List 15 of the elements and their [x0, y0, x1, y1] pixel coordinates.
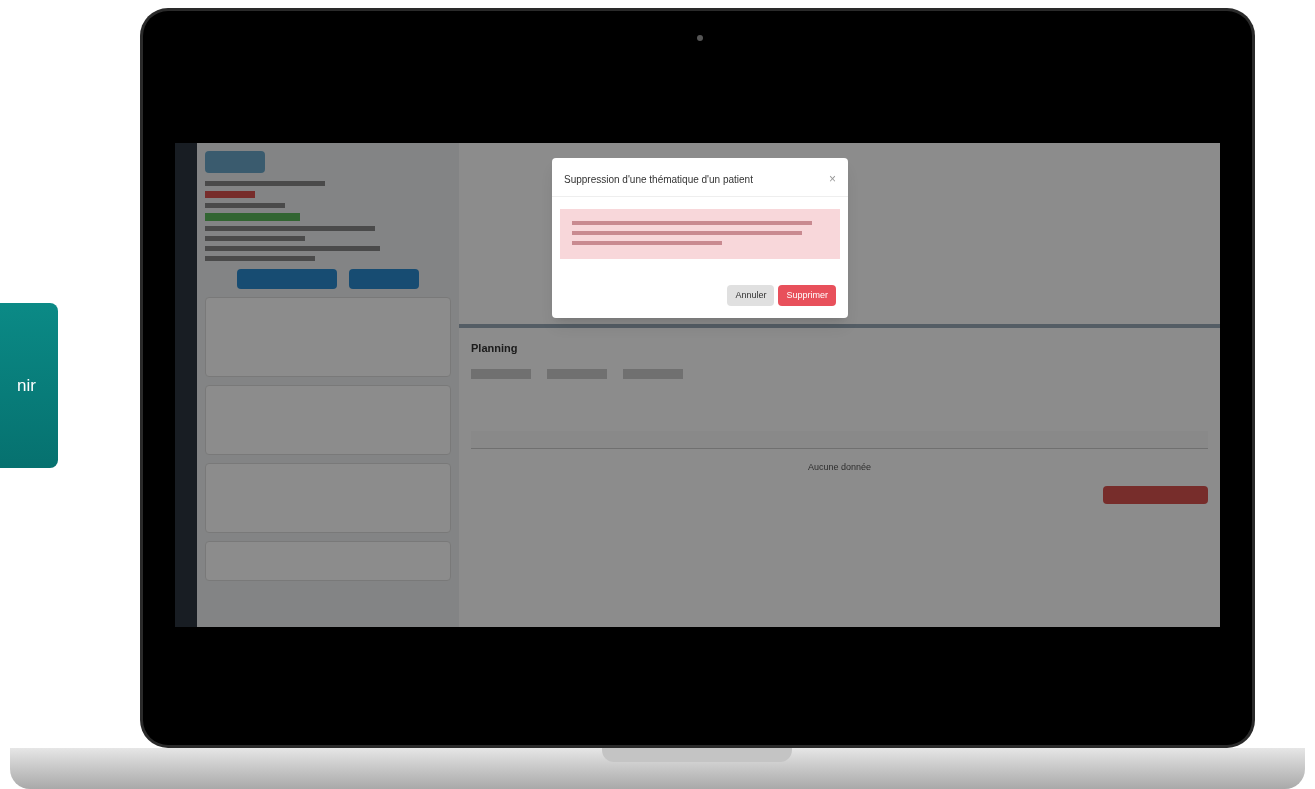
- close-button[interactable]: ×: [829, 170, 836, 188]
- tag: [205, 191, 255, 198]
- camera-icon: [697, 35, 703, 41]
- tab[interactable]: [623, 368, 683, 379]
- side-button[interactable]: nir: [0, 303, 58, 468]
- action-button[interactable]: [237, 269, 337, 289]
- modal-title: Suppression d'une thématique d'un patient: [564, 172, 753, 187]
- table-empty-text: Aucune donnée: [806, 460, 873, 474]
- delete-button[interactable]: Supprimer: [778, 284, 836, 306]
- cancel-button[interactable]: Annuler: [727, 284, 775, 306]
- tab[interactable]: [471, 368, 531, 379]
- delete-button[interactable]: [1103, 486, 1208, 504]
- tab[interactable]: [547, 368, 607, 379]
- panel-title: Planning: [471, 341, 519, 356]
- action-button[interactable]: [349, 269, 419, 289]
